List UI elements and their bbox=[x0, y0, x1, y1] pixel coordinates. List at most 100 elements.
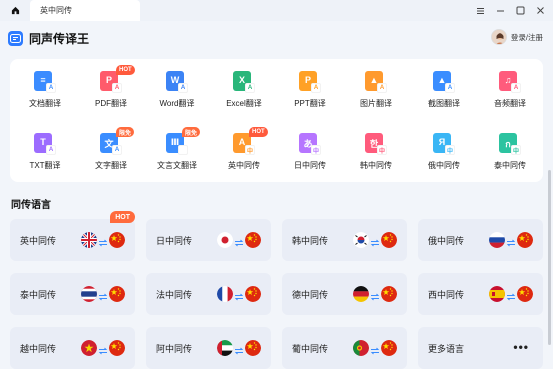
china-flag-icon bbox=[245, 232, 261, 248]
china-flag-icon bbox=[517, 232, 533, 248]
tool-item[interactable]: ▲ A 图片翻译 bbox=[345, 61, 407, 117]
flag-pair bbox=[217, 340, 261, 356]
tool-item[interactable]: 文 A 文字翻译 限免 bbox=[80, 123, 142, 179]
tool-item[interactable]: ▲ A 截图翻译 bbox=[413, 61, 475, 117]
menu-icon[interactable] bbox=[473, 4, 487, 18]
app-header: 同声传译王 登录/注册 bbox=[0, 21, 553, 55]
language-card[interactable]: 英中同传 HOT bbox=[10, 211, 135, 261]
china-flag-icon bbox=[381, 340, 397, 356]
maximize-icon[interactable] bbox=[513, 4, 527, 18]
more-languages-card[interactable]: 更多语言 ••• bbox=[418, 327, 543, 369]
language-card[interactable]: 泰中同传 bbox=[10, 273, 135, 315]
flag-pair bbox=[217, 286, 261, 302]
spain-flag-icon bbox=[489, 286, 505, 302]
tool-label: Word翻译 bbox=[159, 99, 195, 108]
swap-arrows-icon bbox=[370, 235, 380, 247]
tool-label: 英中同传 bbox=[228, 161, 260, 170]
close-icon[interactable] bbox=[533, 4, 547, 18]
tool-icon: TA bbox=[34, 133, 56, 155]
language-card[interactable]: 日中同传 bbox=[146, 219, 271, 261]
germany-flag-icon bbox=[353, 286, 369, 302]
tool-label: 日中同传 bbox=[294, 161, 326, 170]
login-button[interactable]: 登录/注册 bbox=[490, 29, 543, 45]
tool-icon: PA bbox=[299, 71, 321, 93]
tool-item[interactable]: X A Excel翻译 bbox=[213, 61, 275, 117]
thailand-flag-icon bbox=[81, 286, 97, 302]
tool-item[interactable]: W A Word翻译 bbox=[146, 61, 208, 117]
tool-item[interactable]: ♫ A 音频翻译 bbox=[479, 61, 541, 117]
tab-active[interactable]: 英中同传 bbox=[30, 0, 140, 21]
language-card[interactable]: 葡中同传 bbox=[282, 327, 407, 369]
language-card[interactable]: 法中同传 bbox=[146, 273, 271, 315]
swap-arrows-icon bbox=[98, 289, 108, 301]
tool-label: PDF翻译 bbox=[95, 99, 127, 108]
swap-arrows-icon bbox=[506, 289, 516, 301]
tool-label: 泰中同传 bbox=[494, 161, 526, 170]
flag-pair bbox=[81, 232, 125, 248]
uae-flag-icon bbox=[217, 340, 233, 356]
tool-sub-badge: A bbox=[245, 83, 255, 93]
swap-arrows-icon bbox=[234, 289, 244, 301]
tool-sub-badge: A bbox=[511, 83, 521, 93]
section-title: 同传语言 bbox=[11, 200, 51, 211]
language-label: 阿中同传 bbox=[156, 343, 193, 354]
tool-item[interactable]: あ中日中同传 bbox=[279, 123, 341, 179]
home-button[interactable] bbox=[0, 0, 30, 21]
tool-label: Excel翻译 bbox=[226, 99, 262, 108]
swap-arrows-icon bbox=[370, 289, 380, 301]
language-card[interactable]: 越中同传 bbox=[10, 327, 135, 369]
language-label: 德中同传 bbox=[292, 289, 329, 300]
china-flag-icon bbox=[517, 286, 533, 302]
tool-sub-badge: A bbox=[178, 83, 188, 93]
language-card[interactable]: 韩中同传 bbox=[282, 219, 407, 261]
tool-item[interactable]: Я 中俄中同传 bbox=[413, 123, 475, 179]
language-label: 越中同传 bbox=[20, 343, 57, 354]
scrollbar-thumb[interactable] bbox=[548, 170, 551, 345]
tools-panel: ≡ A 文档翻译 P A PDF翻译 HOT W A Word翻译 X A Excel翻译 P A PPT翻译… bbox=[10, 59, 543, 182]
flag-pair bbox=[489, 286, 533, 302]
tool-label: 韩中同传 bbox=[360, 161, 392, 170]
tool-sub-badge: A bbox=[112, 83, 122, 93]
scrollbar[interactable] bbox=[548, 170, 551, 360]
tab-title: 英中同传 bbox=[40, 6, 72, 15]
language-label: 韩中同传 bbox=[292, 235, 329, 246]
language-card[interactable]: 德中同传 bbox=[282, 273, 407, 315]
tool-sub-badge: 中 bbox=[377, 145, 387, 155]
tool-item[interactable]: A 中英中同传 HOT bbox=[213, 123, 275, 179]
japan-flag-icon bbox=[217, 232, 233, 248]
tool-item[interactable]: 한 中韩中同传 bbox=[345, 123, 407, 179]
swap-arrows-icon bbox=[506, 235, 516, 247]
home-icon bbox=[11, 6, 19, 15]
title-bar: 英中同传 bbox=[0, 0, 553, 21]
language-card[interactable]: 西中同传 bbox=[418, 273, 543, 315]
tool-icon: ▲ A bbox=[433, 71, 455, 93]
flag-pair bbox=[353, 232, 397, 248]
tool-icon: XA bbox=[233, 71, 255, 93]
portugal-flag-icon bbox=[353, 340, 369, 356]
flag-pair bbox=[217, 232, 261, 248]
tool-item[interactable]: T A TXT翻译 bbox=[14, 123, 76, 179]
tool-icon: ก中 bbox=[499, 133, 521, 155]
tool-sub-badge: A bbox=[377, 83, 387, 93]
tool-item[interactable]: ≡ A 文档翻译 bbox=[14, 61, 76, 117]
language-card[interactable]: 俄中同传 bbox=[418, 219, 543, 261]
language-label: 葡中同传 bbox=[292, 343, 329, 354]
tool-item[interactable]: P A PPT翻译 bbox=[279, 61, 341, 117]
tool-item[interactable]: Ⅲ 文言文翻译 限免 bbox=[146, 123, 208, 179]
minimize-icon[interactable] bbox=[493, 4, 507, 18]
tool-item[interactable]: P A PDF翻译 HOT bbox=[80, 61, 142, 117]
vietnam-flag-icon bbox=[81, 340, 97, 356]
tool-item[interactable]: ก中泰中同传 bbox=[479, 123, 541, 179]
france-flag-icon bbox=[217, 286, 233, 302]
tool-sub-badge: A bbox=[311, 83, 321, 93]
tool-icon: ≡ A bbox=[34, 71, 56, 93]
tool-icon: あ中 bbox=[299, 133, 321, 155]
app-title: 同声传译王 bbox=[29, 31, 90, 46]
tool-label: 图片翻译 bbox=[360, 99, 392, 108]
free-badge: 限免 bbox=[116, 127, 135, 137]
flag-pair bbox=[489, 232, 533, 248]
avatar bbox=[490, 29, 507, 45]
language-card[interactable]: 阿中同传 bbox=[146, 327, 271, 369]
uk-flag-icon bbox=[81, 232, 97, 248]
swap-arrows-icon bbox=[370, 343, 380, 355]
